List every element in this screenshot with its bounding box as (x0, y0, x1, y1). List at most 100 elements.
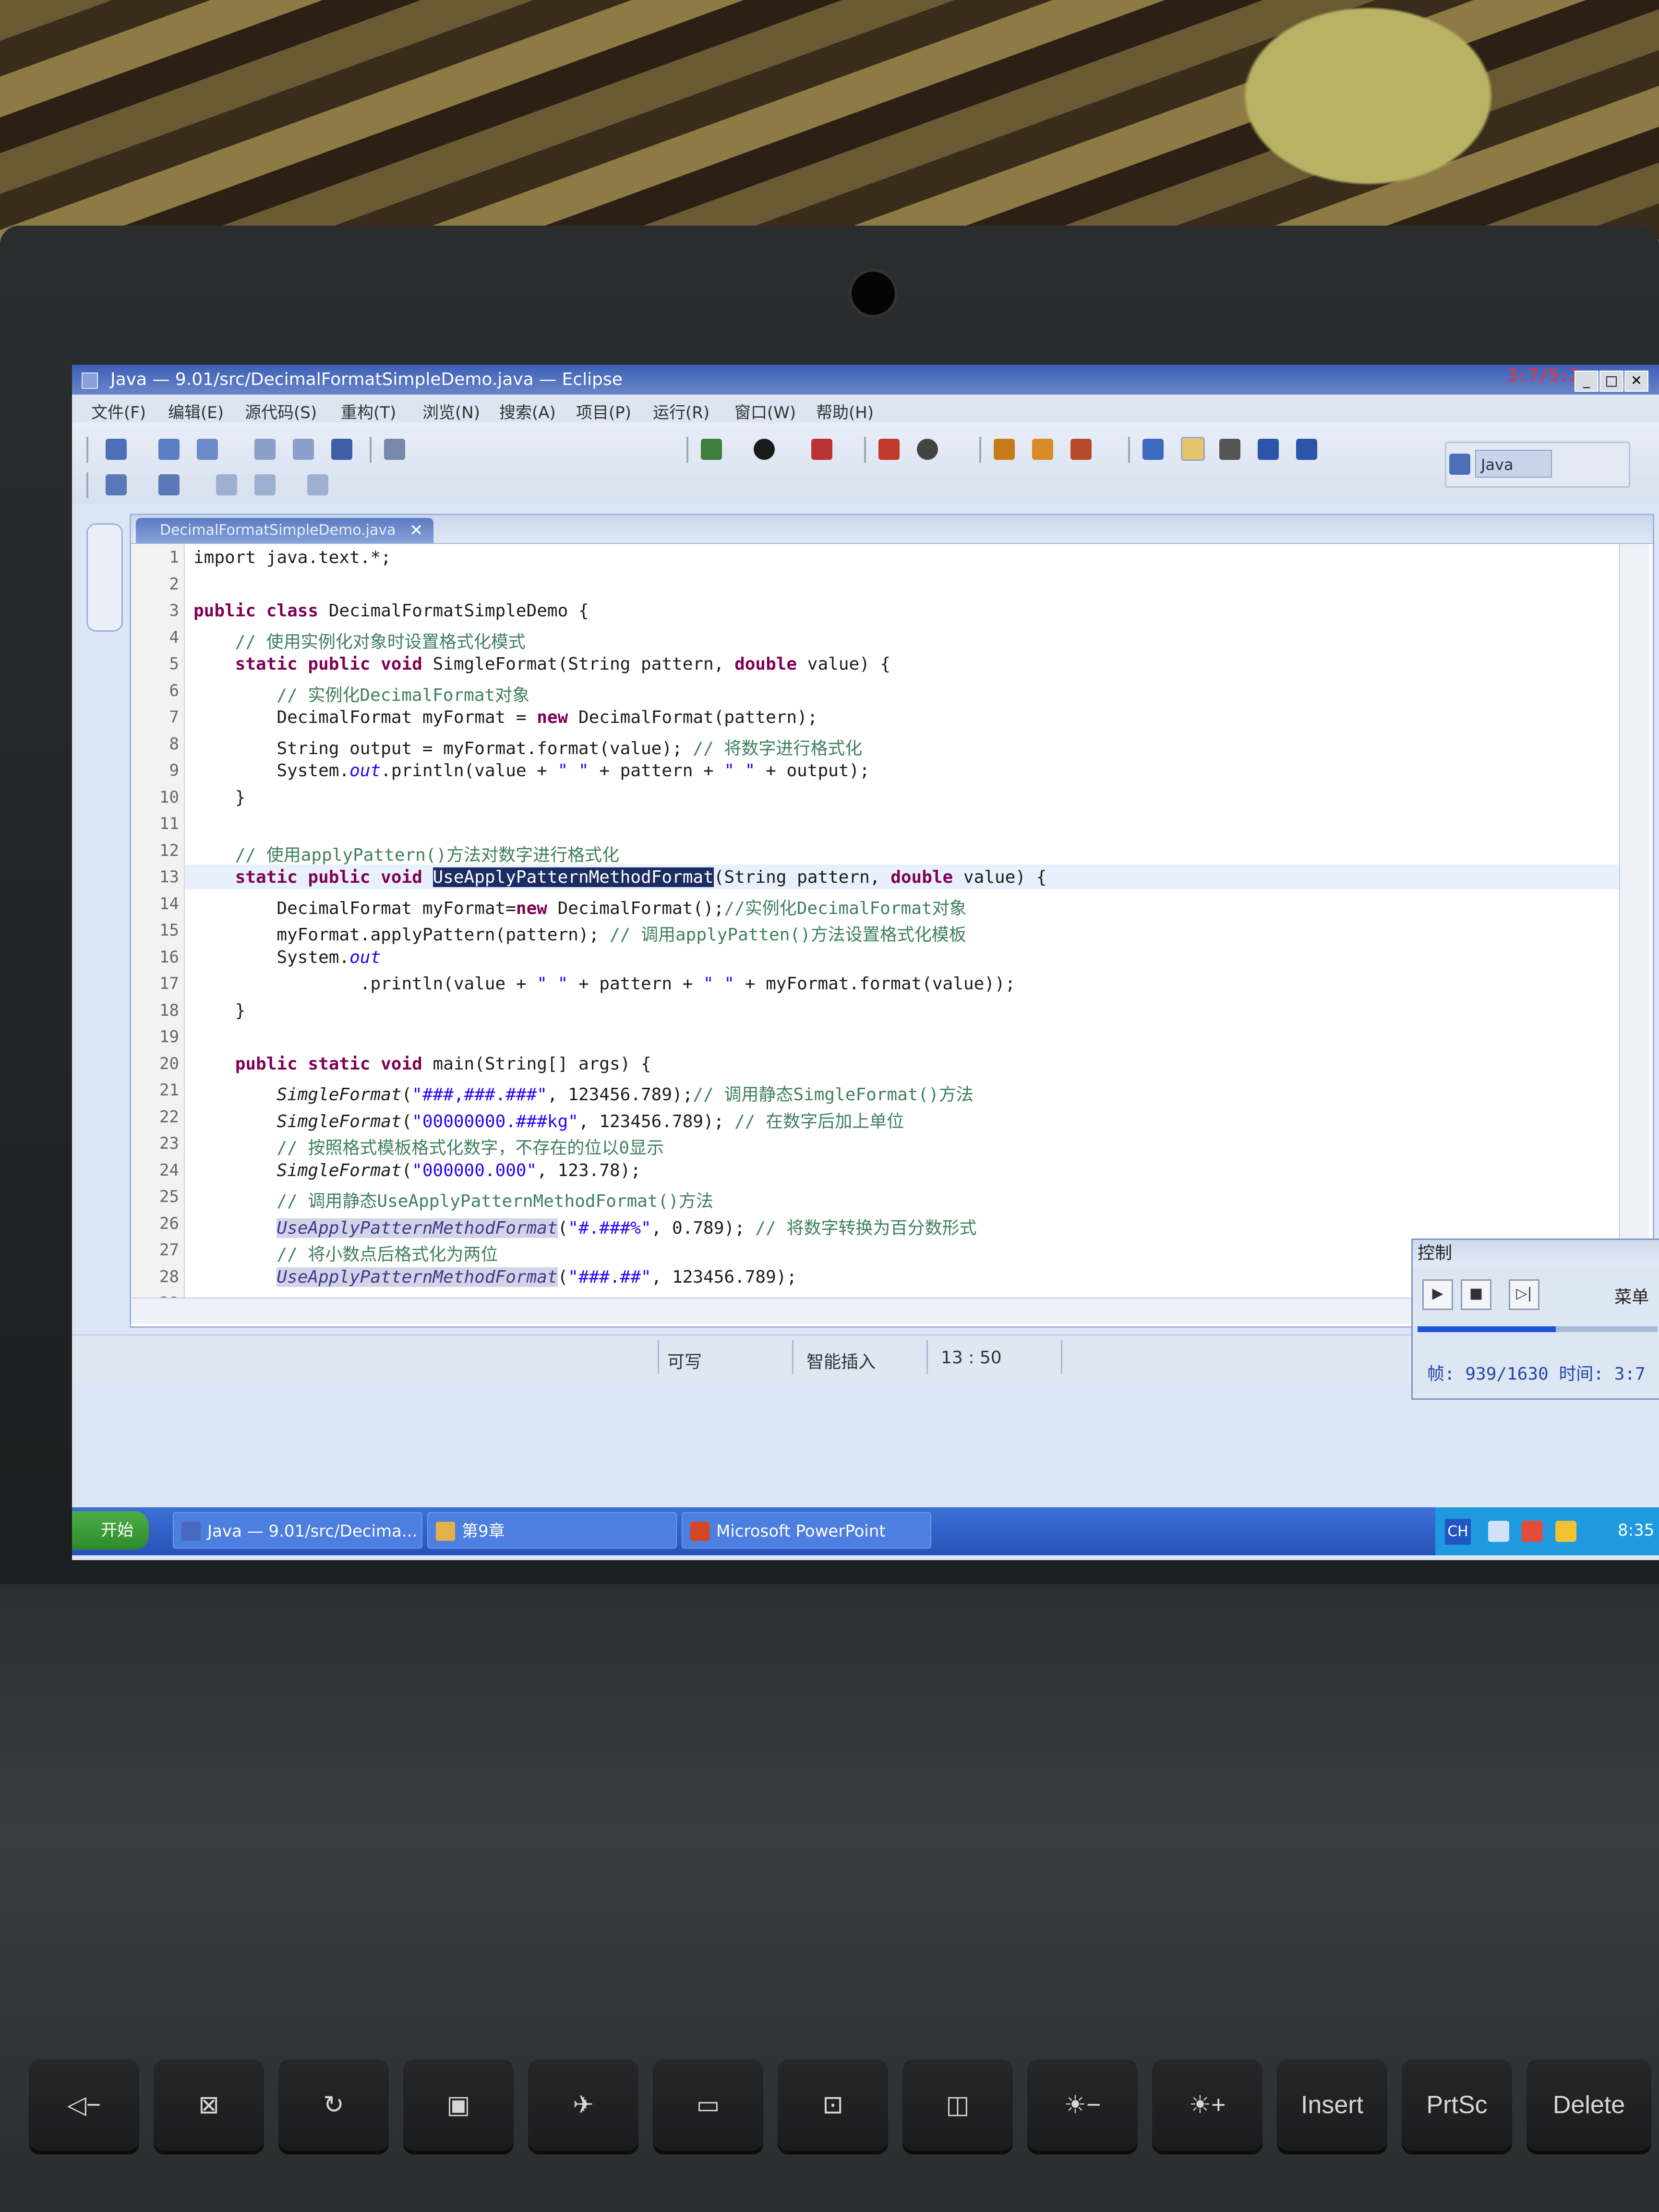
save-all-icon[interactable] (293, 439, 314, 460)
close-tab-icon[interactable]: ✕ (409, 518, 423, 543)
control-menu[interactable]: 菜单 (1614, 1283, 1649, 1308)
maximize-button[interactable]: □ (1599, 371, 1623, 392)
notification-icon[interactable] (1555, 1521, 1576, 1542)
task-eclipse[interactable]: Java — 9.01/src/Decima... (173, 1512, 422, 1549)
key-prtsc[interactable]: PrtSc (1402, 2059, 1512, 2151)
previous-annotation-icon[interactable] (158, 474, 180, 495)
new-package-icon[interactable] (158, 439, 180, 460)
play-icon[interactable]: ▶ (1422, 1279, 1453, 1310)
new-java-project-icon[interactable] (878, 439, 900, 460)
minimize-button[interactable]: _ (1575, 371, 1599, 392)
forward-icon[interactable] (307, 474, 328, 495)
code-line[interactable]: public static void main(String[] args) { (193, 1054, 651, 1074)
code-line[interactable]: // 按照格式模板格式化数字，不存在的位以0显示 (193, 1134, 664, 1159)
input-language[interactable]: CH (1445, 1519, 1471, 1545)
key-projector[interactable]: ◫ (902, 2059, 1013, 2151)
next-annotation-icon[interactable] (106, 474, 127, 495)
keyboard-icon[interactable] (1488, 1521, 1509, 1542)
save-icon[interactable] (254, 439, 276, 460)
code-line[interactable]: System.out (193, 948, 381, 967)
playback-progress-track[interactable] (1418, 1326, 1658, 1332)
menu-run[interactable]: 运行(R) (653, 399, 709, 423)
code-line[interactable]: SimgleFormat("00000000.###kg", 123456.78… (193, 1107, 904, 1132)
vertical-scrollbar[interactable] (1619, 544, 1649, 1298)
perspective-java[interactable]: Java (1475, 450, 1552, 478)
editor-tab[interactable]: DecimalFormatSimpleDemo.java ✕ (136, 518, 433, 543)
key-keyboard[interactable]: ▭ (653, 2059, 763, 2151)
code-line[interactable]: } (193, 1001, 246, 1021)
external-tools-icon[interactable] (811, 439, 832, 460)
key-display[interactable]: ▣ (403, 2059, 514, 2151)
code-line[interactable]: System.out.println(value + " " + pattern… (193, 761, 869, 781)
key-touchpad[interactable]: ⊡ (778, 2059, 888, 2151)
code-line[interactable]: UseApplyPatternMethodFormat("###.##", 12… (193, 1267, 797, 1287)
key-brightness-down[interactable]: ☀− (1027, 2059, 1138, 2151)
close-button[interactable]: ✕ (1624, 371, 1648, 392)
open-file-icon[interactable] (1032, 439, 1053, 460)
code-line[interactable]: UseApplyPatternMethodFormat("#.###%", 0.… (193, 1214, 976, 1239)
code-line[interactable]: } (193, 788, 246, 807)
code-line[interactable]: .println(value + " " + pattern + " " + m… (193, 974, 1016, 994)
code-line[interactable]: static public void SimgleFormat(String p… (193, 654, 890, 674)
block-selection-icon[interactable] (1258, 439, 1279, 460)
open-perspective-icon[interactable] (1449, 454, 1470, 475)
key-brightness-up[interactable]: ☀+ (1152, 2059, 1262, 2151)
key-airplane[interactable]: ✈ (528, 2059, 638, 2151)
code-line[interactable]: static public void UseApplyPatternMethod… (193, 867, 1046, 887)
last-edit-icon[interactable] (216, 474, 237, 495)
debug-icon[interactable] (701, 439, 722, 460)
minimized-view-trim[interactable] (86, 523, 123, 632)
window-title-bar[interactable]: Java — 9.01/src/DecimalFormatSimpleDemo.… (72, 365, 1659, 395)
code-line[interactable]: // 使用applyPattern()方法对数字进行格式化 (193, 841, 619, 866)
key-refresh[interactable]: ↻ (278, 2059, 389, 2151)
menu-search[interactable]: 搜索(A) (499, 399, 556, 423)
menu-navigate[interactable]: 浏览(N) (422, 399, 480, 423)
code-line[interactable]: // 将小数点后格式化为两位 (193, 1240, 498, 1265)
open-type-icon[interactable] (384, 439, 405, 460)
code-line[interactable]: public class DecimalFormatSimpleDemo { (193, 601, 589, 621)
menu-window[interactable]: 窗口(W) (734, 399, 796, 423)
task-folder[interactable]: 第9章 (427, 1512, 677, 1549)
menu-help[interactable]: 帮助(H) (816, 399, 874, 423)
menu-project[interactable]: 项目(P) (576, 399, 631, 423)
key-delete[interactable]: Delete (1527, 2059, 1651, 2151)
highlight-pen-icon[interactable] (1181, 437, 1205, 461)
menu-source[interactable]: 源代码(S) (245, 399, 317, 423)
brush-icon[interactable] (1070, 439, 1092, 460)
toggle-mark-icon[interactable] (1219, 439, 1240, 460)
back-icon[interactable] (254, 474, 276, 495)
code-line[interactable]: String output = myFormat.format(value); … (193, 734, 862, 759)
start-button[interactable]: 开始 (72, 1511, 149, 1550)
step-forward-icon[interactable]: ▷| (1509, 1279, 1539, 1310)
network-icon[interactable] (1522, 1521, 1543, 1542)
control-panel-title[interactable]: 控制 (1413, 1240, 1659, 1267)
task-powerpoint[interactable]: Microsoft PowerPoint (682, 1512, 931, 1549)
menu-refactor[interactable]: 重构(T) (341, 399, 396, 423)
new-java-class-icon[interactable] (917, 439, 938, 460)
key-insert[interactable]: Insert (1277, 2059, 1387, 2151)
code-line[interactable]: // 使用实例化对象时设置格式化模式 (193, 628, 526, 653)
code-line[interactable]: SimgleFormat("000000.000", 123.78); (193, 1161, 641, 1180)
code-line[interactable]: // 调用静态UseApplyPatternMethodFormat()方法 (193, 1187, 713, 1212)
show-whitespace-icon[interactable] (1296, 439, 1317, 460)
code-line[interactable]: SimgleFormat("###,###.###", 123456.789);… (193, 1081, 973, 1106)
code-line[interactable]: // 实例化DecimalFormat对象 (193, 681, 529, 706)
open-folder-icon[interactable] (994, 439, 1015, 460)
code-line[interactable]: myFormat.applyPattern(pattern); // 调用app… (193, 921, 966, 946)
new-class-icon[interactable] (197, 439, 218, 460)
code-line[interactable]: import java.text.*; (193, 548, 391, 567)
stop-icon[interactable]: ■ (1461, 1279, 1491, 1310)
run-icon[interactable] (754, 439, 775, 460)
code-line[interactable]: DecimalFormat myFormat = new DecimalForm… (193, 708, 817, 727)
key-volume-down[interactable]: ◁− (29, 2059, 139, 2151)
key-mute[interactable]: ⊠ (154, 2059, 264, 2151)
menu-edit[interactable]: 编辑(E) (168, 399, 224, 423)
print-icon[interactable] (331, 439, 352, 460)
new-icon[interactable] (106, 439, 127, 460)
horizontal-scrollbar[interactable] (131, 1298, 1619, 1323)
code-line[interactable]: // 将数字转化为千分数形式 (193, 1294, 498, 1298)
search-icon[interactable] (1142, 439, 1164, 460)
menu-file[interactable]: 文件(F) (91, 399, 146, 423)
code-line[interactable]: DecimalFormat myFormat=new DecimalFormat… (193, 894, 966, 919)
code-editor[interactable]: 1 2 3 4 5 6 7 8 9 10 11 12 13 14 15 16 17 18 19 20 21 22 23 24 2… (131, 544, 1619, 1298)
